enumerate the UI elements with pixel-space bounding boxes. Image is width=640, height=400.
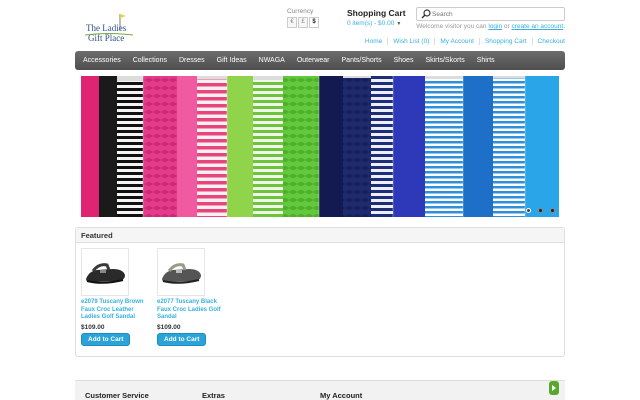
product-card: e2077 Tuscany Black Faux Croc Ladies Gol… [157, 248, 229, 346]
footer-heading-extras: Extras [202, 391, 225, 400]
menu-item-dresses[interactable]: Dresses [173, 57, 211, 64]
menu-item-shirts[interactable]: Shirts [471, 57, 501, 64]
top-links: Home Wish List (0) My Account Shopping C… [360, 38, 565, 45]
menu-item-collections[interactable]: Collections [127, 57, 173, 64]
menu-item-accessories[interactable]: Accessories [77, 57, 127, 64]
search-icon[interactable] [420, 8, 432, 20]
main-menu: Accessories Collections Dresses Gift Ide… [75, 51, 565, 70]
sandal-image [162, 263, 201, 284]
menu-item-gift-ideas[interactable]: Gift Ideas [211, 57, 253, 64]
arrow-right-icon [552, 385, 556, 391]
product-name[interactable]: e2077 Tuscany Black Faux Croc Ladies Gol… [157, 299, 229, 322]
product-price: $109.00 [157, 323, 181, 331]
slide-dot-3[interactable] [550, 208, 555, 213]
my-account-link[interactable]: My Account [434, 38, 479, 45]
menu-item-shoes[interactable]: Shoes [388, 57, 420, 64]
add-to-cart-button[interactable]: Add to Cart [81, 332, 131, 346]
currency-selector: Currency € £ $ [287, 8, 319, 28]
login-link[interactable]: login [488, 23, 502, 30]
cart-title: Shopping Cart [347, 8, 406, 18]
currency-dollar-button[interactable]: $ [309, 17, 319, 28]
cart-summary-text: 0 item(s) - $0.00 [347, 20, 395, 27]
store-logo[interactable]: The Ladies Gift Place [84, 12, 134, 44]
search-box [416, 7, 565, 21]
menu-item-pants-shorts[interactable]: Pants/Shorts [336, 57, 388, 64]
featured-title: Featured [76, 228, 564, 243]
product-name[interactable]: e2079 Tuscany Brown Faux Croc Leather La… [81, 299, 153, 322]
footer-heading-customer-service: Customer Service [85, 391, 149, 400]
welcome-middle: or [503, 23, 510, 30]
product-image[interactable] [81, 248, 129, 296]
slide-indicators [526, 208, 555, 213]
currency-label: Currency [287, 8, 314, 15]
product-price: $109.00 [81, 323, 105, 331]
menu-item-skirts-skorts[interactable]: Skirts/Skorts [419, 57, 470, 64]
home-link[interactable]: Home [360, 38, 387, 45]
currency-pound-button[interactable]: £ [298, 17, 308, 28]
slide-dot-2[interactable] [538, 208, 543, 213]
create-account-link[interactable]: create an account [512, 23, 564, 30]
logo-line-1: The Ladies [86, 23, 127, 33]
shopping-cart-link[interactable]: Shopping Cart [478, 38, 532, 45]
menu-item-nwaga[interactable]: NWAGA [253, 57, 291, 64]
add-to-cart-button[interactable]: Add to Cart [157, 332, 207, 346]
hero-banner[interactable] [81, 76, 559, 217]
wishlist-link[interactable]: Wish List (0) [387, 38, 434, 45]
welcome-message: Welcome visitor you can login or create … [416, 23, 565, 30]
banner-image [81, 76, 559, 217]
cart-widget[interactable]: Shopping Cart 0 item(s) - $0.00 ▼ [347, 8, 406, 27]
scroll-to-top-button[interactable] [549, 381, 559, 395]
chevron-down-icon: ▼ [396, 21, 402, 27]
checkout-link[interactable]: Checkout [531, 38, 565, 45]
sandal-image [86, 263, 125, 284]
product-image[interactable] [157, 248, 205, 296]
welcome-suffix: . [563, 23, 565, 30]
cart-summary[interactable]: 0 item(s) - $0.00 ▼ [347, 20, 406, 27]
menu-item-outerwear[interactable]: Outerwear [291, 57, 336, 64]
slide-dot-1[interactable] [526, 208, 531, 213]
footer-heading-my-account: My Account [320, 391, 363, 400]
product-card: e2079 Tuscany Brown Faux Croc Leather La… [81, 248, 153, 346]
featured-section: Featured e2079 Tuscany Brown Faux Croc L… [75, 227, 565, 357]
search-input[interactable] [432, 10, 552, 18]
welcome-prefix: Welcome visitor you can [416, 23, 487, 30]
footer: Customer Service Extras My Account [75, 380, 565, 400]
currency-euro-button[interactable]: € [287, 17, 297, 28]
